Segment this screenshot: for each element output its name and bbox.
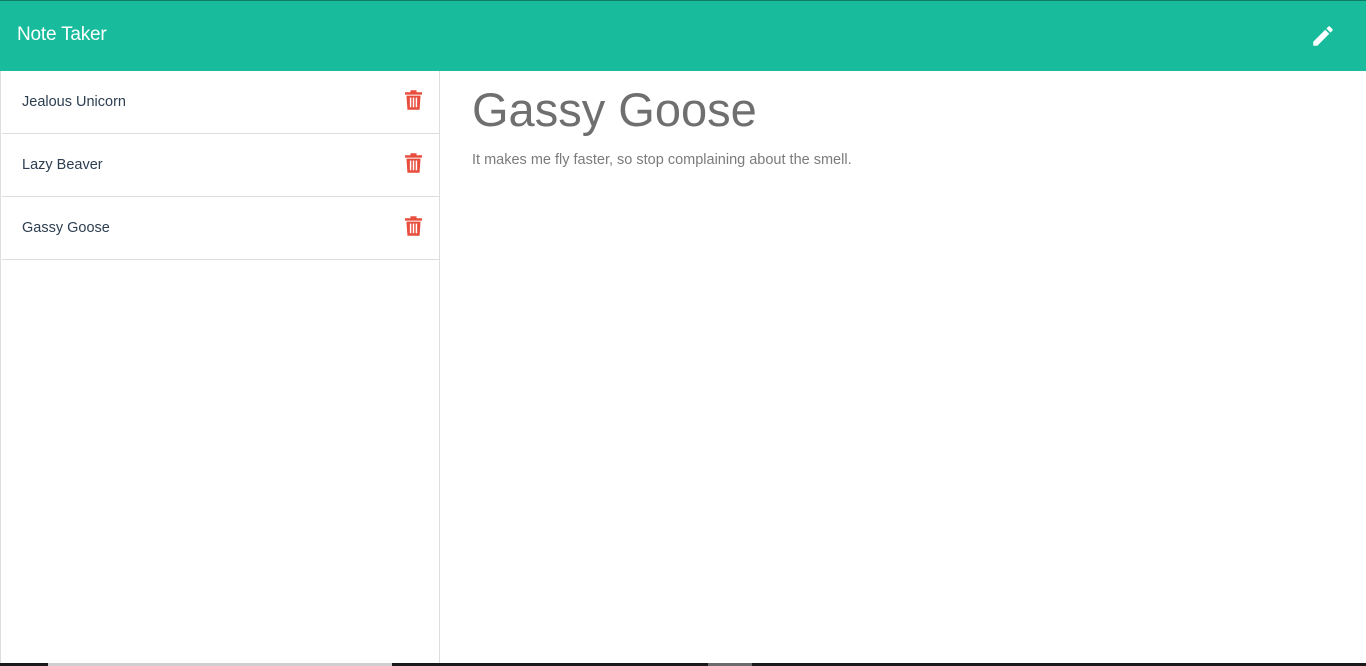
note-list-item[interactable]: Gassy Goose — [2, 197, 439, 260]
note-list-item[interactable]: Jealous Unicorn — [2, 71, 439, 134]
brand-title[interactable]: Note Taker — [17, 24, 107, 46]
trash-icon — [404, 90, 422, 110]
delete-note-button[interactable] — [403, 216, 423, 236]
notes-sidebar: Jealous Unicorn Lazy Beaver Gassy Goose — [0, 71, 440, 666]
note-list-item-title[interactable]: Gassy Goose — [22, 220, 110, 236]
trash-icon — [404, 153, 422, 173]
pencil-icon — [1313, 26, 1333, 46]
navbar: Note Taker — [0, 0, 1366, 71]
note-textarea[interactable]: It makes me fly faster, so stop complain… — [472, 152, 852, 168]
trash-icon — [404, 216, 422, 236]
note-list-item[interactable]: Lazy Beaver — [2, 134, 439, 197]
note-editor: Gassy Goose It makes me fly faster, so s… — [440, 71, 1366, 666]
delete-note-button[interactable] — [403, 153, 423, 173]
new-note-button[interactable] — [1305, 19, 1341, 53]
note-title-input[interactable]: Gassy Goose — [472, 81, 757, 139]
note-list-item-title[interactable]: Lazy Beaver — [22, 157, 103, 173]
delete-note-button[interactable] — [403, 90, 423, 110]
note-list-item-title[interactable]: Jealous Unicorn — [22, 94, 126, 110]
